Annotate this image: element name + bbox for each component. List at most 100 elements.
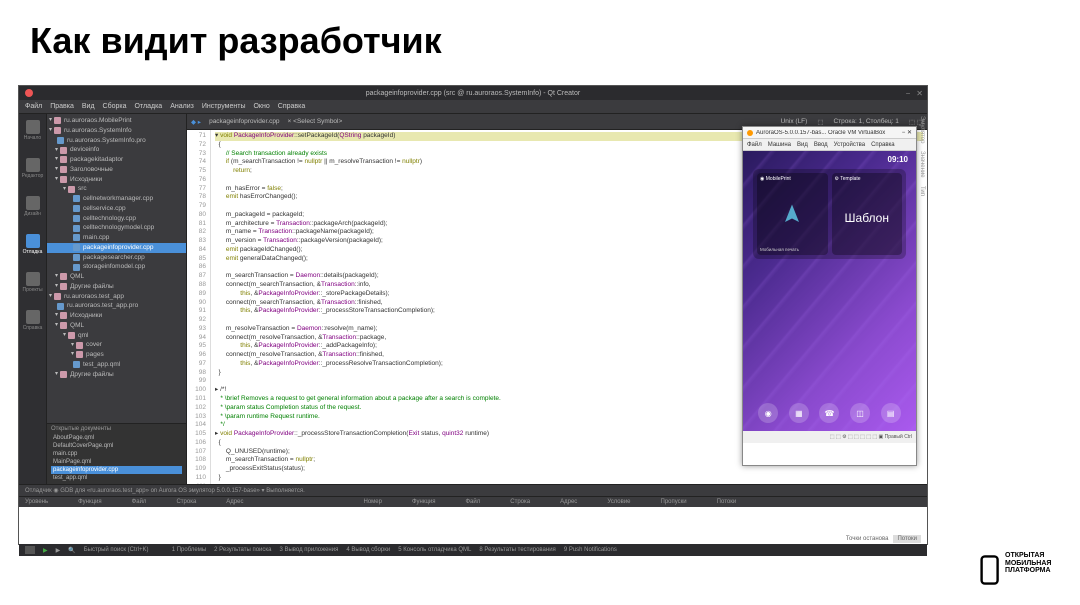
omp-logo: ОТКРЫТАЯ МОБИЛЬНАЯ ПЛАТФОРМА [980,550,1060,590]
clock: 09:10 [888,155,908,164]
menu-help[interactable]: Справка [278,103,305,110]
vbox-menu-file[interactable]: Файл [747,142,762,148]
editor-file-tab[interactable]: packageinfoprovider.cpp [209,118,279,125]
window-close-button[interactable] [25,89,33,97]
tree-item[interactable]: ▾ Исходники [47,311,186,321]
menu-edit[interactable]: Правка [50,103,74,110]
open-doc-item[interactable]: MainPage.qml [51,458,182,466]
output-pane-tab[interactable]: 3 Вывод приложения [279,547,338,553]
tree-item[interactable]: packageinfoprovider.cpp [47,243,186,253]
open-documents: Открытые документы AboutPage.qmlDefaultC… [47,423,186,484]
tree-item[interactable]: cellnetworkmanager.cpp [47,194,186,204]
open-doc-item[interactable]: test_app.qml [51,474,182,482]
tree-item[interactable]: ▾ ru.auroraos.MobilePrint [47,116,186,126]
mode-debug[interactable]: Отладка [23,234,43,260]
tree-item[interactable]: celltechnology.cpp [47,214,186,224]
tree-item[interactable]: ▾ src [47,184,186,194]
app-cover-template[interactable]: ⚙ Template Шаблон [832,173,903,255]
tree-item[interactable]: test_app.qml [47,360,186,370]
menu-analyze[interactable]: Анализ [170,103,194,110]
menu-view[interactable]: Вид [82,103,95,110]
menu-debug[interactable]: Отладка [135,103,163,110]
tree-item[interactable]: ▾ Заголовочные [47,165,186,175]
tree-item[interactable]: packagesearcher.cpp [47,253,186,263]
output-pane-tab[interactable]: 8 Результаты тестирования [479,547,555,553]
vbox-menu-machine[interactable]: Машина [768,142,791,148]
qtcreator-window: packageinfoprovider.cpp (src @ ru.aurora… [18,85,928,545]
menu-build[interactable]: Сборка [103,103,127,110]
dock-item[interactable]: ◫ [850,403,870,423]
dock-item[interactable]: ▤ [881,403,901,423]
project-tree[interactable]: ▾ ru.auroraos.MobilePrint▾ ru.auroraos.S… [47,114,186,423]
menu-file[interactable]: Файл [25,103,42,110]
output-pane-tab[interactable]: 2 Результаты поиска [214,547,271,553]
vbox-titlebar: AuroraOS-5.0.0.157-bas... Oracle VM Virt… [743,127,916,139]
tree-item[interactable]: ▾ ru.auroraos.SystemInfo [47,126,186,136]
debug-panel: Отладчик ◉ GDB для «ru.auroraos.test_app… [19,484,927,544]
tree-item[interactable]: celltechnologymodel.cpp [47,223,186,233]
status-bar: ▶ ▶ 🔍 Быстрый поиск (Ctrl+K) 1 Проблемы2… [19,544,927,556]
window-titlebar: packageinfoprovider.cpp (src @ ru.aurora… [19,86,927,100]
open-doc-item[interactable]: main.cpp [51,450,182,458]
debug-header: Отладчик ◉ GDB для «ru.auroraos.test_app… [19,485,927,497]
tree-item[interactable]: ▾ pages [47,350,186,360]
tree-item[interactable]: ▾ Другие файлы [47,370,186,380]
locator[interactable]: Быстрый поиск (Ctrl+K) [84,547,164,553]
mode-welcome[interactable]: Начало [23,120,43,146]
mode-editor[interactable]: Редактор [23,158,43,184]
mode-projects[interactable]: Проекты [23,272,43,298]
output-pane-tab[interactable]: 4 Вывод сборки [346,547,390,553]
window-maximize-button[interactable]: ✕ [916,89,923,98]
menu-tools[interactable]: Инструменты [202,103,246,110]
tree-item[interactable]: ru.auroraos.SystemInfo.pro [47,136,186,146]
virtualbox-window: AuroraOS-5.0.0.157-bas... Oracle VM Virt… [742,126,917,466]
tree-item[interactable]: ▾ cover [47,340,186,350]
tree-item[interactable]: ▾ QML [47,321,186,331]
tree-item[interactable]: ▾ QML [47,272,186,282]
tree-item[interactable]: storageinfomodel.cpp [47,262,186,272]
debug-run-button[interactable]: ▶ [56,547,61,554]
output-pane-tab[interactable]: 1 Проблемы [172,547,206,553]
vbox-icon [747,130,753,136]
vbox-statusbar: ⬚ ⬚ ⚙ ⬚ ⬚ ⬚ ⬚ ⬚ ▣ Правый Ctrl [743,431,916,443]
tree-item[interactable]: ▾ deviceinfo [47,145,186,155]
window-minimize-button[interactable]: − [906,89,911,98]
open-doc-item[interactable]: packageinfoprovider.cpp [51,466,182,474]
symbol-selector[interactable]: × <Select Symbol> [288,118,343,125]
tree-item[interactable]: ▾ packagekitadaptor [47,155,186,165]
run-button[interactable]: ▶ [43,547,48,554]
vbox-menu-devices[interactable]: Устройства [834,142,865,148]
app-cover-mobileprint[interactable]: ◉ MobilePrint Мобильная печать [757,173,828,255]
tree-item[interactable]: cellservice.cpp [47,204,186,214]
tree-item[interactable]: ▾ Другие файлы [47,282,186,292]
output-pane-tab[interactable]: 5 Консоль отладчика QML [398,547,471,553]
app-cover-row: ◉ MobilePrint Мобильная печать ⚙ Templat… [753,169,906,259]
tree-item[interactable]: main.cpp [47,233,186,243]
tree-item[interactable]: ▾ qml [47,331,186,341]
vbox-menu-view[interactable]: Вид [797,142,808,148]
tree-item[interactable]: ▾ ru.auroraos.test_app [47,292,186,302]
dock-item[interactable]: ◉ [758,403,778,423]
menubar: Файл Правка Вид Сборка Отладка Анализ Ин… [19,100,927,114]
menu-window[interactable]: Окно [253,103,269,110]
dock-item[interactable]: ▦ [789,403,809,423]
mode-design[interactable]: Дизайн [23,196,43,222]
line-column-indicator: Строка: 1, Столбец: 1 [833,118,898,126]
breakpoints-tab[interactable]: Точки останова [846,536,889,542]
encoding-indicator[interactable]: Unix (LF) [781,118,808,126]
output-pane-tab[interactable]: 9 Push Notifications [564,547,617,553]
tree-item[interactable]: ru.auroraos.test_app.pro [47,301,186,311]
slide-title: Как видит разработчик [0,0,1080,72]
mode-selector: Начало Редактор Дизайн Отладка Проекты С… [19,114,47,484]
tree-item[interactable]: ▾ Исходники [47,175,186,185]
mode-help[interactable]: Справка [23,310,43,336]
vbox-menu-input[interactable]: Ввод [814,142,828,148]
project-sidebar: ▾ ru.auroraos.MobilePrint▾ ru.auroraos.S… [47,114,187,484]
open-doc-item[interactable]: DefaultCoverPage.qml [51,442,182,450]
vbox-menu-help[interactable]: Справка [871,142,895,148]
threads-tab[interactable]: Потоки [893,535,921,543]
open-doc-item[interactable]: AboutPage.qml [51,434,182,442]
emulator-screen[interactable]: 09:10 ◉ MobilePrint Мобильная печать ⚙ T… [743,151,916,431]
dock-item[interactable]: ☎ [819,403,839,423]
dock: ◉ ▦ ☎ ◫ ▤ [753,403,906,425]
